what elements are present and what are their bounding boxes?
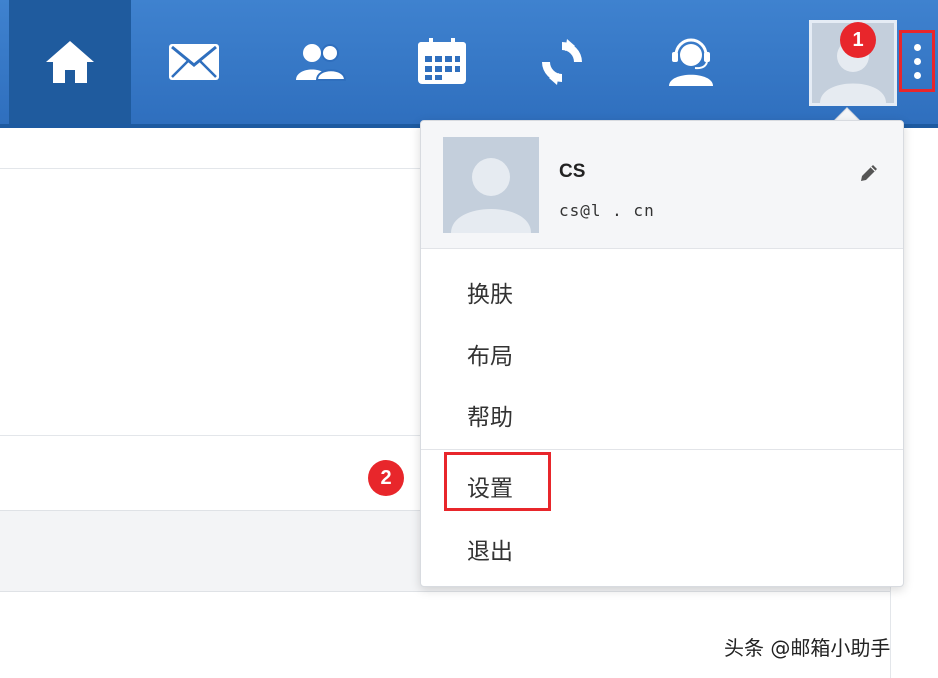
nav-sync-button[interactable] xyxy=(502,0,622,124)
sync-icon xyxy=(537,37,587,87)
step-badge-1: 1 xyxy=(840,22,876,58)
contacts-icon xyxy=(293,42,347,82)
avatar-icon xyxy=(812,23,894,103)
menu-item-help[interactable]: 帮助 xyxy=(467,398,513,432)
nav-support-button[interactable] xyxy=(631,0,751,124)
user-email: cs@l . cn xyxy=(559,201,655,220)
nav-mail-button[interactable] xyxy=(134,0,254,124)
settings-highlight-box xyxy=(444,452,551,511)
support-agent-icon xyxy=(665,37,717,87)
user-profile-header: CS cs@l . cn xyxy=(421,121,903,249)
nav-home-button[interactable] xyxy=(9,0,131,124)
content-divider xyxy=(0,435,420,436)
menu-item-logout[interactable]: 退出 xyxy=(467,532,513,566)
watermark-text: 头条 @邮箱小助手 xyxy=(724,636,891,660)
profile-avatar xyxy=(443,137,539,233)
menu-item-layout[interactable]: 布局 xyxy=(467,337,513,371)
step-badge-2: 2 xyxy=(368,460,404,496)
app-page: 1 CS cs@l . cn 换肤 布局 帮助 设置 退出 2 头条 @邮箱小助… xyxy=(0,0,938,678)
home-icon xyxy=(44,38,96,86)
more-vertical-icon xyxy=(913,43,921,51)
calendar-icon xyxy=(416,38,468,86)
pencil-icon xyxy=(857,165,881,189)
user-menu-dropdown: CS cs@l . cn 换肤 布局 帮助 设置 退出 xyxy=(420,120,904,587)
menu-item-skin[interactable]: 换肤 xyxy=(467,275,513,309)
edit-profile-button[interactable] xyxy=(857,161,881,185)
top-nav-bar xyxy=(0,0,938,128)
mail-icon xyxy=(168,43,220,81)
nav-calendar-button[interactable] xyxy=(382,0,502,124)
user-name: CS xyxy=(559,161,586,182)
content-divider xyxy=(0,168,420,169)
more-options-button[interactable] xyxy=(899,30,935,92)
menu-divider xyxy=(421,449,903,450)
nav-contacts-button[interactable] xyxy=(260,0,380,124)
